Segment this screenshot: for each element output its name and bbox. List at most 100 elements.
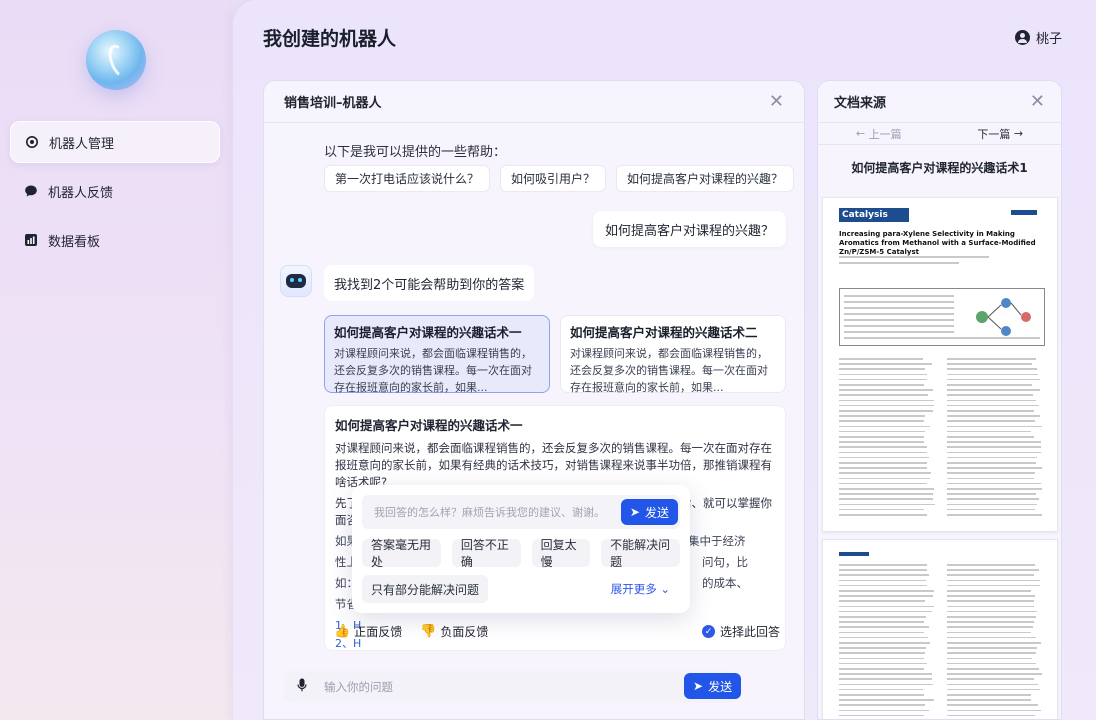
- text-line: [947, 389, 1040, 391]
- answer-card-2[interactable]: 如何提高客户对课程的兴趣话术二 对课程顾问来说，都会面临课程销售的，还会反复多次…: [560, 315, 786, 393]
- chevron-down-icon: ⌄: [660, 582, 670, 596]
- text-line: [947, 642, 1041, 644]
- sidebar-item-data-dashboard[interactable]: 数据看板: [10, 219, 220, 261]
- text-line: [839, 647, 926, 649]
- text-line: [839, 673, 932, 675]
- text-line: [947, 652, 1036, 654]
- reason-chip[interactable]: 只有部分能解决问题: [362, 575, 488, 603]
- suggestion-chip[interactable]: 如何提高客户对课程的兴趣？: [616, 165, 794, 192]
- select-answer-label: 选择此回答: [720, 623, 780, 640]
- text-line: [839, 569, 927, 571]
- text-line: [839, 606, 934, 608]
- sidebar-item-robot-feedback[interactable]: 机器人反馈: [10, 170, 220, 212]
- text-line: [947, 394, 1033, 396]
- doc-pager: ← 上一篇 下一篇 →: [818, 123, 1061, 145]
- text-line: [839, 358, 923, 360]
- user-menu[interactable]: 桃子: [1015, 28, 1062, 47]
- send-label: 发送: [708, 678, 732, 695]
- text-line: [947, 574, 1034, 576]
- text-line: [947, 478, 1034, 480]
- reason-row: 答案毫无用处 回答不正确 回复太慢 不能解决问题: [362, 539, 680, 567]
- text-line: [947, 431, 1031, 433]
- text-line: [947, 689, 1040, 691]
- text-line: [839, 590, 934, 592]
- reason-chip[interactable]: 答案毫无用处: [362, 539, 441, 567]
- molecule-graphic: [968, 293, 1038, 343]
- composer-send-button[interactable]: ➤ 发送: [684, 673, 741, 699]
- text-line: [839, 509, 924, 511]
- suggestion-chip[interactable]: 如何吸引用户？: [500, 165, 606, 192]
- text-line: [947, 621, 1034, 623]
- text-line: [947, 467, 1042, 469]
- text-line: [947, 483, 1041, 485]
- text-line: [839, 389, 933, 391]
- message-input[interactable]: 输入你的问题: [284, 671, 736, 703]
- text-line: [947, 514, 1042, 516]
- negative-feedback-button[interactable]: 👎 负面反馈: [420, 623, 488, 640]
- text-line: [839, 585, 927, 587]
- text-line: [839, 616, 926, 618]
- reason-chip[interactable]: 不能解决问题: [601, 539, 680, 567]
- sidebar: 机器人管理 机器人反馈 数据看板: [0, 0, 232, 720]
- next-doc-button[interactable]: 下一篇 →: [940, 123, 1062, 144]
- text-line: [947, 488, 1042, 490]
- feedback-send-button[interactable]: ➤ 发送: [621, 499, 678, 525]
- reason-chip[interactable]: 回答不正确: [452, 539, 521, 567]
- text-line: [839, 652, 925, 654]
- text-line: [839, 704, 925, 706]
- text-line: [947, 379, 1040, 381]
- text-line: [947, 616, 1036, 618]
- text-line: [947, 457, 1037, 459]
- reason-chip[interactable]: 回复太慢: [532, 539, 591, 567]
- user-name: 桃子: [1036, 28, 1062, 47]
- feedback-input[interactable]: 我回答的怎么样？麻烦告诉我您的建议、谢谢。 ➤ 发送: [362, 495, 680, 529]
- text-line: [839, 564, 927, 566]
- answer-card-1[interactable]: 如何提高客户对课程的兴趣话术一 对课程顾问来说，都会面临课程销售的，还会反复多次…: [324, 315, 550, 393]
- feedback-label: 负面反馈: [440, 623, 488, 640]
- suggestion-chip[interactable]: 第一次打电话应该说什么？: [324, 165, 490, 192]
- text-line: [947, 426, 1042, 428]
- text-line: [839, 446, 927, 448]
- text-line: [947, 632, 1031, 634]
- text-line: [947, 595, 1035, 597]
- answer-title: 如何提高客户对课程的兴趣话术一: [334, 322, 540, 341]
- expand-more-button[interactable]: 展开更多 ⌄: [611, 581, 670, 597]
- detail-fragment: 的成本、: [702, 576, 748, 590]
- text-line: [839, 478, 930, 480]
- text-line: [839, 457, 929, 459]
- text-line: [839, 642, 930, 644]
- chat-panel: 销售培训–机器人 ✕ 以下是我可以提供的一些帮助： 第一次打电话应该说什么？ 如…: [263, 80, 805, 720]
- text-line: [839, 678, 932, 680]
- text-line: [947, 410, 1034, 412]
- prev-label: 上一篇: [869, 126, 902, 142]
- close-docs-icon[interactable]: ✕: [1030, 91, 1045, 112]
- brand-logo: [86, 30, 146, 90]
- text-line: [839, 472, 931, 474]
- text-line: [947, 446, 1041, 448]
- select-answer-toggle[interactable]: ✓ 选择此回答: [702, 623, 780, 640]
- arrow-right-icon: →: [1010, 127, 1023, 140]
- text-line: [947, 699, 1031, 701]
- text-line: [839, 410, 933, 412]
- text-line: [839, 493, 933, 495]
- text-line: [947, 673, 1042, 675]
- text-line: [947, 668, 1039, 670]
- text-line: [839, 498, 933, 500]
- text-line: [947, 462, 1036, 464]
- detail-title: 如何提高客户对课程的兴趣话术一: [335, 415, 775, 434]
- text-line: [839, 483, 927, 485]
- text-line: [839, 441, 924, 443]
- text-line: [839, 384, 924, 386]
- text-line: [839, 379, 927, 381]
- detail-fragment: 问句，比: [702, 555, 748, 569]
- text-line: [947, 374, 1038, 376]
- text-line: [947, 472, 1035, 474]
- abstract-box: [839, 288, 1045, 346]
- sidebar-item-robot-management[interactable]: 机器人管理: [10, 121, 220, 163]
- microphone-icon[interactable]: [294, 678, 310, 696]
- positive-feedback-button[interactable]: 👍 正面反馈: [334, 623, 402, 640]
- prev-doc-button[interactable]: ← 上一篇: [818, 123, 940, 144]
- close-chat-icon[interactable]: ✕: [769, 91, 784, 112]
- text-line: [839, 710, 929, 712]
- message-input-placeholder: 输入你的问题: [324, 679, 393, 695]
